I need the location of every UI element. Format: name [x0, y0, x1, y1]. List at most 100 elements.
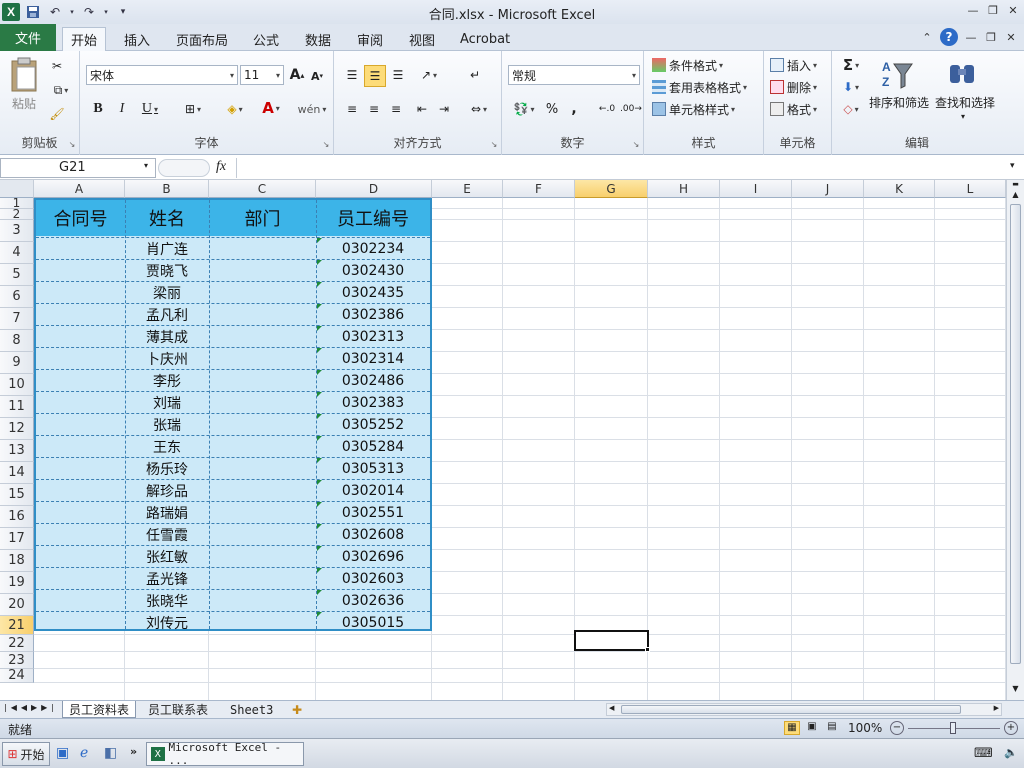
column-header-d[interactable]: D — [316, 180, 432, 198]
row-header-22[interactable]: 22 — [0, 635, 34, 652]
increase-indent-icon[interactable]: ⇥ — [434, 99, 454, 119]
cell-employee-id[interactable]: 0302313 — [316, 326, 430, 347]
align-center-icon[interactable]: ≡ — [364, 99, 384, 119]
paste-button[interactable]: 粘贴 — [4, 95, 44, 111]
row-header-16[interactable]: 16 — [0, 506, 34, 528]
number-as-text-indicator-icon[interactable] — [317, 282, 322, 287]
row-header-4[interactable]: 4 — [0, 242, 34, 264]
sheet-navigation-icons[interactable]: |◀◀▶▶| — [4, 703, 58, 712]
find-select-button[interactable]: 查找和选择 — [932, 93, 998, 111]
row-header-6[interactable]: 6 — [0, 286, 34, 308]
vertical-scrollbar[interactable]: ▬ ▲ ▼ — [1006, 180, 1024, 700]
cell-employee-id[interactable]: 0302636 — [316, 590, 430, 611]
doc-close-icon[interactable]: ✕ — [1004, 30, 1018, 44]
cell-name[interactable]: 任雪霞 — [125, 524, 209, 545]
spreadsheet-grid[interactable]: A B C D E F G H I J K L 1 2 3 4 5 6 7 8 9 10 11 12 1… — [0, 180, 1006, 700]
column-header-i[interactable]: I — [720, 180, 792, 198]
row-header-7[interactable]: 7 — [0, 308, 34, 330]
border-icon[interactable]: ⊞ ▾ — [178, 99, 208, 119]
orientation-icon[interactable]: ↗ ▾ — [414, 65, 444, 85]
cell-employee-id[interactable]: 0302696 — [316, 546, 430, 567]
find-select-dropdown-icon[interactable]: ▾ — [958, 111, 968, 121]
align-left-icon[interactable]: ≡ — [342, 99, 362, 119]
tab-page-layout[interactable]: 页面布局 — [168, 27, 236, 51]
cell-employee-id[interactable]: 0302551 — [316, 502, 430, 523]
cell-name[interactable]: 张瑞 — [125, 414, 209, 435]
cell-name[interactable]: 肖广连 — [125, 238, 209, 259]
split-box[interactable]: ▬ — [1009, 180, 1022, 188]
cell-employee-id[interactable]: 0302314 — [316, 348, 430, 369]
align-middle-icon[interactable]: ☰ — [364, 65, 386, 87]
row-header-14[interactable]: 14 — [0, 462, 34, 484]
column-header-g[interactable]: G — [575, 180, 648, 198]
doc-restore-icon[interactable]: ❐ — [984, 30, 998, 44]
number-as-text-indicator-icon[interactable] — [317, 546, 322, 551]
number-as-text-indicator-icon[interactable] — [317, 458, 322, 463]
cell-employee-id[interactable]: 0302386 — [316, 304, 430, 325]
zoom-in-icon[interactable]: + — [1004, 721, 1018, 735]
column-header-l[interactable]: L — [935, 180, 1006, 198]
align-bottom-icon[interactable]: ☰ — [388, 65, 408, 85]
column-header-h[interactable]: H — [648, 180, 720, 198]
row-header-9[interactable]: 9 — [0, 352, 34, 374]
cell-name[interactable]: 张红敏 — [125, 546, 209, 567]
row-header-18[interactable]: 18 — [0, 550, 34, 572]
row-header-2[interactable]: 2 — [0, 208, 34, 220]
tab-review[interactable]: 审阅 — [349, 27, 391, 51]
tab-file[interactable]: 文件 — [0, 24, 56, 51]
increase-decimal-icon[interactable]: ←.0 — [596, 99, 618, 119]
cell-employee-id[interactable]: 0302486 — [316, 370, 430, 391]
cell-employee-id[interactable]: 0305284 — [316, 436, 430, 457]
doc-minimize-icon[interactable]: — — [964, 30, 978, 44]
row-header-12[interactable]: 12 — [0, 418, 34, 440]
cell-employee-id[interactable]: 0302608 — [316, 524, 430, 545]
conditional-format-button[interactable]: 条件格式 ▾ — [652, 55, 723, 75]
row-header-8[interactable]: 8 — [0, 330, 34, 352]
align-top-icon[interactable]: ☰ — [342, 65, 362, 85]
sheet-tab-employee-info[interactable]: 员工资料表 — [62, 701, 137, 718]
cell-name[interactable]: 贾晓飞 — [125, 260, 209, 281]
zoom-slider-thumb[interactable] — [950, 722, 956, 734]
minimize-icon[interactable]: — — [966, 3, 980, 17]
help-icon[interactable]: ? — [940, 28, 958, 46]
paste-icon[interactable] — [6, 55, 42, 95]
vertical-scroll-thumb[interactable] — [1010, 204, 1021, 664]
comma-button[interactable]: , — [566, 99, 582, 119]
cut-icon[interactable]: ✂ — [48, 57, 66, 75]
number-as-text-indicator-icon[interactable] — [317, 612, 322, 617]
font-color-icon[interactable]: A ▾ — [256, 97, 286, 119]
cell-employee-id[interactable]: 0302435 — [316, 282, 430, 303]
cell-employee-id[interactable]: 0302603 — [316, 568, 430, 589]
bold-icon[interactable]: B — [88, 99, 108, 119]
cell-employee-id[interactable]: 0302014 — [316, 480, 430, 501]
row-header-24[interactable]: 24 — [0, 669, 34, 683]
clear-icon[interactable]: ◇ ▾ — [838, 99, 864, 119]
wrap-text-icon[interactable]: ↵ — [464, 65, 486, 85]
scroll-left-icon[interactable]: ◀ — [609, 704, 614, 712]
taskbar-excel-item[interactable]: X Microsoft Excel - ... — [146, 741, 304, 767]
page-layout-view-icon[interactable]: ▣ — [804, 721, 820, 735]
insert-cells-button[interactable]: 插入 ▾ — [770, 55, 817, 75]
scroll-down-icon[interactable]: ▼ — [1009, 684, 1022, 696]
cell-name[interactable]: 杨乐玲 — [125, 458, 209, 479]
number-as-text-indicator-icon[interactable] — [317, 480, 322, 485]
row-header-21[interactable]: 21 — [0, 616, 34, 635]
align-right-icon[interactable]: ≡ — [386, 99, 406, 119]
number-as-text-indicator-icon[interactable] — [317, 304, 322, 309]
percent-button[interactable]: % — [544, 99, 560, 119]
number-as-text-indicator-icon[interactable] — [317, 502, 322, 507]
number-as-text-indicator-icon[interactable] — [317, 260, 322, 265]
tab-formulas[interactable]: 公式 — [245, 27, 287, 51]
active-cell-g21[interactable] — [574, 630, 649, 651]
find-select-icon[interactable] — [944, 57, 980, 91]
row-header-17[interactable]: 17 — [0, 528, 34, 550]
cell-name[interactable]: 薄其成 — [125, 326, 209, 347]
collapse-ribbon-icon[interactable]: ⌃ — [920, 30, 934, 44]
font-size-dropdown[interactable]: 11 ▾ — [240, 65, 284, 85]
tab-data[interactable]: 数据 — [297, 27, 339, 51]
number-format-dropdown[interactable]: 常规 ▾ — [508, 65, 640, 85]
insert-function-button[interactable]: fx — [216, 159, 226, 175]
number-as-text-indicator-icon[interactable] — [317, 326, 322, 331]
cell-name[interactable]: 卜庆州 — [125, 348, 209, 369]
number-launcher-icon[interactable]: ↘ — [631, 139, 641, 149]
